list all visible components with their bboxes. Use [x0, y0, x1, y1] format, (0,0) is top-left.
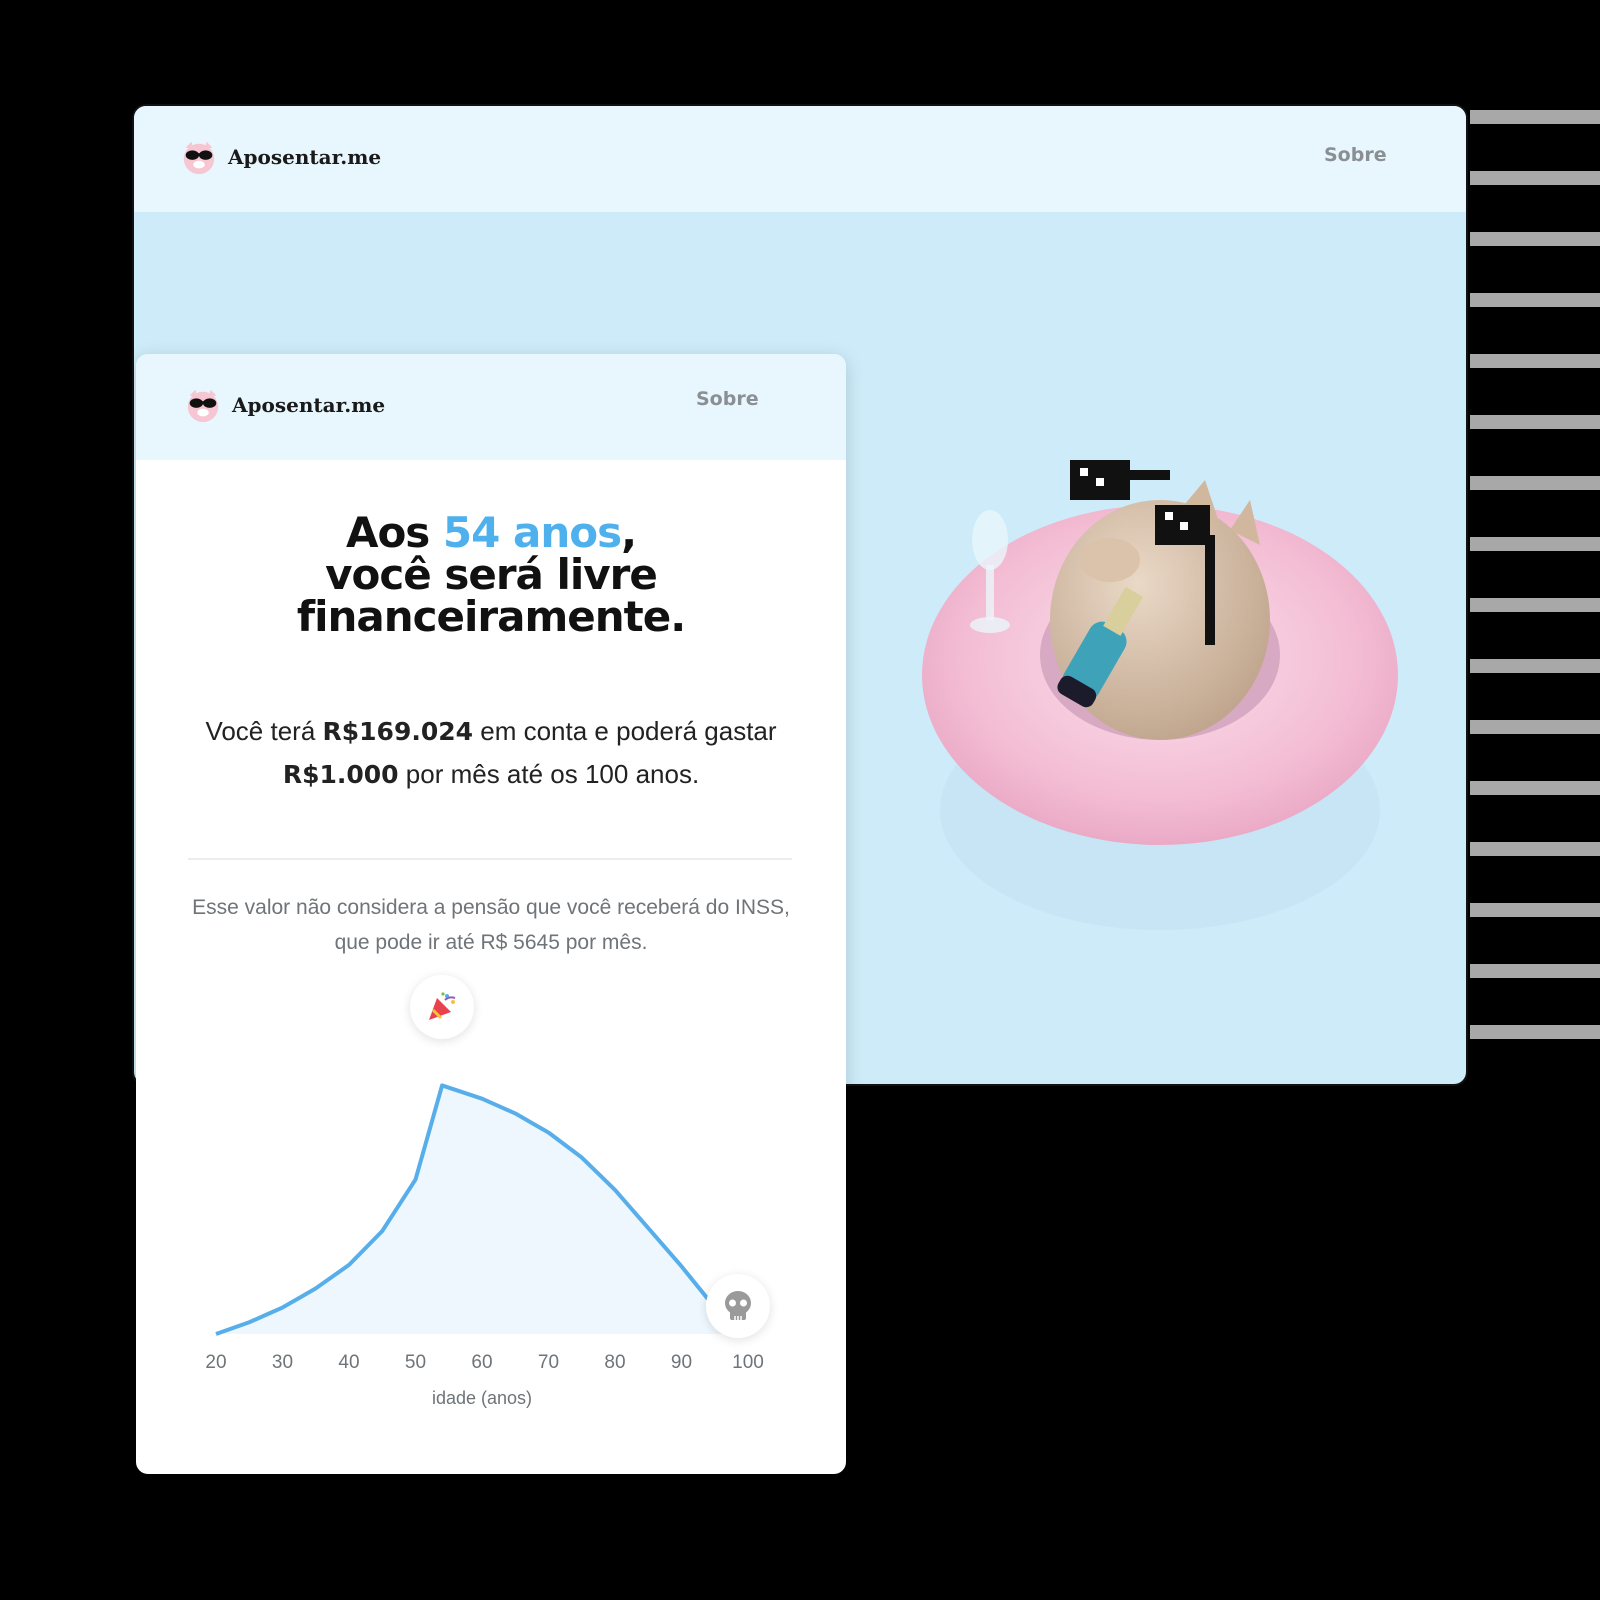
- desktop-header: Aposentar.me Sobre: [134, 106, 1466, 212]
- chart-area: [216, 1085, 748, 1334]
- desktop-brand[interactable]: Aposentar.me: [180, 138, 381, 176]
- inss-note: Esse valor não considera a pensão que vo…: [192, 896, 790, 954]
- savings-chart: 20 30 40 50 60 70 80 90 100 idade (anos): [205, 1083, 764, 1408]
- stripe: [1470, 354, 1600, 368]
- stripe: [1470, 781, 1600, 795]
- stripe: [1470, 903, 1600, 917]
- monthly-amount: R$1.000: [282, 760, 399, 789]
- x-tick-label: 60: [471, 1352, 492, 1373]
- result-headline: Aos 54 anos, você será livre financeiram…: [136, 512, 846, 638]
- x-tick-label: 50: [405, 1352, 426, 1373]
- skull-icon: [725, 1291, 751, 1320]
- stripe: [1470, 293, 1600, 307]
- x-tick-label: 100: [732, 1352, 764, 1373]
- end-marker: [706, 1274, 770, 1338]
- headline-line2: você será livre: [325, 550, 658, 599]
- nav-link-sobre[interactable]: Sobre: [1324, 144, 1387, 166]
- stripe: [1470, 964, 1600, 978]
- stripe: [1470, 415, 1600, 429]
- total-amount: R$169.024: [322, 717, 474, 746]
- party-popper-icon: [429, 992, 456, 1021]
- x-axis-label: idade (anos): [432, 1388, 532, 1408]
- mobile-header: Aposentar.me Sobre: [136, 354, 846, 460]
- stripe: [1470, 598, 1600, 612]
- x-tick-label: 30: [272, 1352, 293, 1373]
- stripe: [1470, 110, 1600, 124]
- summary-text: Você terá: [205, 716, 323, 746]
- pig-float-illustration: [922, 460, 1398, 930]
- stripe: [1470, 171, 1600, 185]
- stripe: [1470, 232, 1600, 246]
- stripe: [1470, 1025, 1600, 1039]
- background-stripes: [1470, 110, 1600, 1060]
- x-tick-label: 80: [604, 1352, 625, 1373]
- nav-link-sobre[interactable]: Sobre: [696, 388, 759, 410]
- x-tick-label: 20: [205, 1352, 226, 1373]
- x-tick-label: 70: [538, 1352, 559, 1373]
- stripe: [1470, 659, 1600, 673]
- pig-logo-icon: [187, 389, 219, 423]
- stripe: [1470, 842, 1600, 856]
- stripe: [1470, 537, 1600, 551]
- headline-line1: Aos 54 anos,: [136, 512, 846, 554]
- result-summary: Você terá R$169.024 em conta e poderá ga…: [176, 710, 806, 796]
- headline-line3: financeiramente.: [296, 592, 686, 641]
- mobile-result-card: Aposentar.me Sobre Aos 54 anos, você ser…: [136, 354, 846, 1474]
- stripe: [1470, 476, 1600, 490]
- x-tick-label: 90: [671, 1352, 692, 1373]
- pig-logo-icon: [183, 141, 215, 175]
- stripe: [1470, 720, 1600, 734]
- summary-text: em conta e poderá gastar: [473, 716, 777, 746]
- divider: [188, 858, 792, 860]
- x-tick-label: 40: [338, 1352, 359, 1373]
- mobile-brand[interactable]: Aposentar.me: [184, 386, 385, 424]
- brand-name: Aposentar.me: [232, 393, 386, 417]
- summary-text: por mês até os 100 anos.: [398, 759, 700, 789]
- brand-name: Aposentar.me: [228, 145, 382, 169]
